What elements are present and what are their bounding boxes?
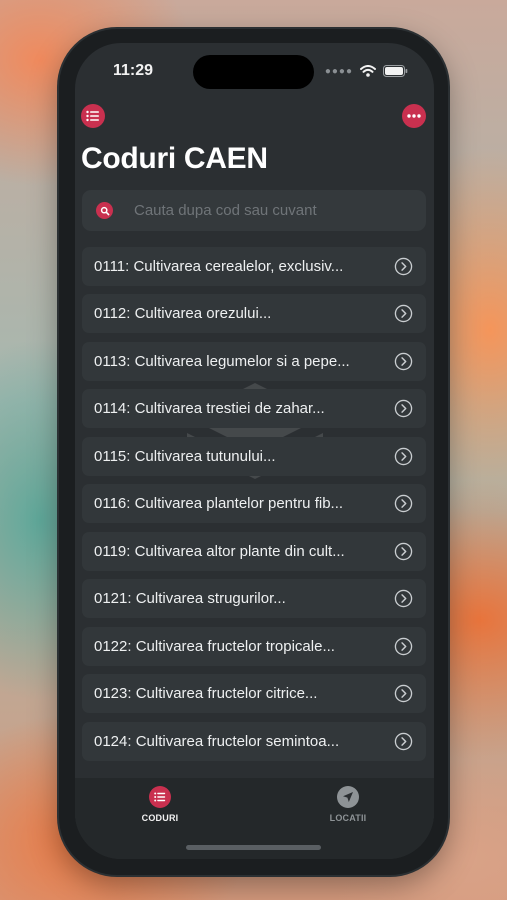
list-item[interactable]: 0116: Cultivarea plantelor pentru fib...: [82, 484, 426, 523]
tab-locatii-label: LOCATII: [329, 813, 367, 823]
list-item-label: 0119: Cultivarea altor plante din cult..…: [94, 543, 345, 560]
chevron-right-circle-icon: [394, 352, 413, 371]
status-icons: ●●●●: [325, 65, 408, 77]
search-icon: [96, 202, 113, 219]
chevron-right-circle-icon: [394, 447, 413, 466]
page-title: Coduri CAEN: [81, 142, 268, 175]
chevron-right-circle-icon: [394, 589, 413, 608]
list-item-label: 0114: Cultivarea trestiei de zahar...: [94, 400, 325, 417]
list-item[interactable]: 0113: Cultivarea legumelor si a pepe...: [82, 342, 426, 381]
chevron-right-circle-icon: [394, 257, 413, 276]
search-input[interactable]: Cauta dupa cod sau cuvant: [134, 202, 317, 219]
list-item[interactable]: 0123: Cultivarea fructelor citrice...: [82, 674, 426, 713]
more-options-button[interactable]: [402, 104, 426, 128]
list-item-label: 0122: Cultivarea fructelor tropicale...: [94, 638, 335, 655]
chevron-right-circle-icon: [394, 494, 413, 513]
chevron-right-circle-icon: [394, 304, 413, 323]
list-item[interactable]: 0115: Cultivarea tutunului...: [82, 437, 426, 476]
location-arrow-icon: [337, 786, 359, 808]
list-item-label: 0112: Cultivarea orezului...: [94, 305, 272, 322]
list-item-label: 0116: Cultivarea plantelor pentru fib...: [94, 495, 344, 512]
search-bar[interactable]: Cauta dupa cod sau cuvant: [82, 190, 426, 231]
wifi-icon: [360, 65, 376, 77]
list-item[interactable]: 0114: Cultivarea trestiei de zahar...: [82, 389, 426, 428]
list-item-label: 0121: Cultivarea strugurilor...: [94, 590, 286, 607]
signal-dots-icon: ●●●●: [324, 65, 353, 77]
list-item[interactable]: 0111: Cultivarea cerealelor, exclusiv...: [82, 247, 426, 286]
list-item-label: 0111: Cultivarea cerealelor, exclusiv...: [94, 258, 344, 275]
list-item[interactable]: 0121: Cultivarea strugurilor...: [82, 579, 426, 618]
list-item-label: 0113: Cultivarea legumelor si a pepe...: [94, 353, 350, 370]
chevron-right-circle-icon: [394, 637, 413, 656]
list-item[interactable]: 0112: Cultivarea orezului...: [82, 294, 426, 333]
chevron-right-circle-icon: [394, 542, 413, 561]
battery-icon: [383, 65, 408, 77]
list-item-label: 0123: Cultivarea fructelor citrice...: [94, 685, 318, 702]
list-item-label: 0115: Cultivarea tutunului...: [94, 448, 276, 465]
list-item-label: 0124: Cultivarea fructelor semintoa...: [94, 733, 340, 750]
tab-locatii[interactable]: LOCATII: [303, 786, 393, 823]
home-indicator: [186, 845, 321, 850]
menu-button[interactable]: [81, 104, 105, 128]
status-time: 11:29: [113, 62, 154, 79]
list-item[interactable]: 0122: Cultivarea fructelor tropicale...: [82, 627, 426, 666]
app-screen: 11:29 ●●●● Coduri CAEN Cauta dupa cod sa…: [75, 43, 434, 859]
list-icon: [149, 786, 171, 808]
more-icon: [407, 114, 421, 118]
chevron-right-circle-icon: [394, 399, 413, 418]
list-icon: [86, 110, 99, 122]
list-item[interactable]: 0124: Cultivarea fructelor semintoa...: [82, 722, 426, 761]
tab-coduri-label: CODURI: [141, 813, 179, 823]
list-item[interactable]: 0119: Cultivarea altor plante din cult..…: [82, 532, 426, 571]
chevron-right-circle-icon: [394, 732, 413, 751]
dynamic-island: [193, 55, 314, 89]
chevron-right-circle-icon: [394, 684, 413, 703]
tab-coduri[interactable]: CODURI: [115, 786, 205, 823]
